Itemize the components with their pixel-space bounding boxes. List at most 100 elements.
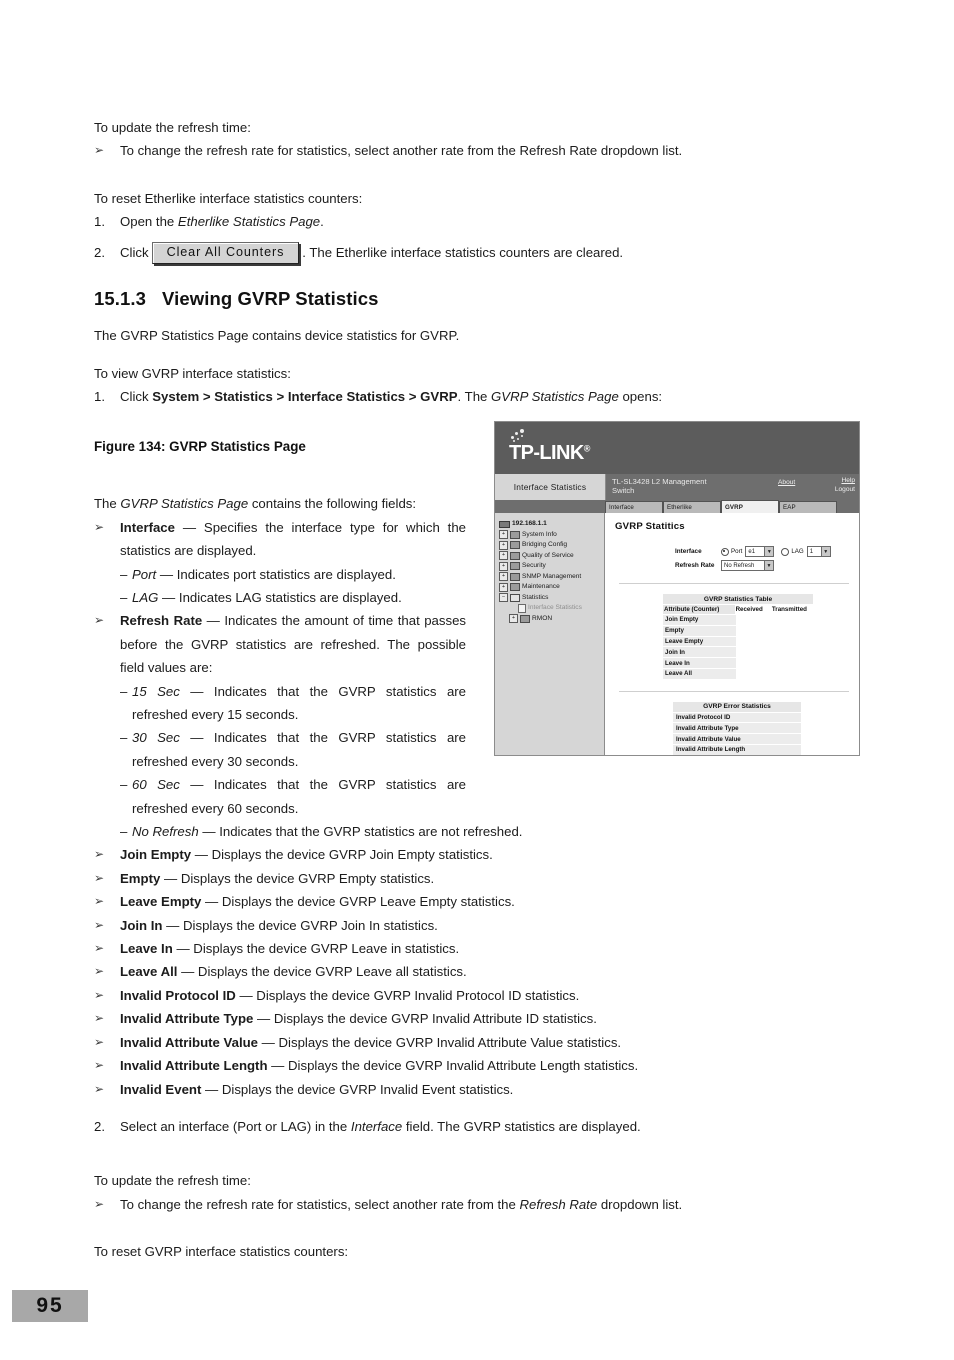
refresh-rate-select[interactable]: No Refresh ▼ [721, 560, 774, 571]
logout-link[interactable]: Logout [835, 486, 855, 493]
folder-icon [510, 530, 520, 539]
document-page: To update the refresh time: ➢ To change … [0, 0, 954, 1360]
tplink-logo-dots-icon [511, 429, 533, 443]
divider [619, 690, 849, 692]
fields-intro-pre: The [94, 496, 121, 512]
view-step-1-mid: . The [457, 388, 492, 404]
expand-plus-icon[interactable]: + [499, 530, 508, 540]
sub-desc: — Indicates port statistics are displaye… [156, 566, 396, 582]
view-step-1-text: Click System > Statistics > Interface St… [120, 385, 754, 408]
column-header-transmitted: Transmitted [771, 606, 807, 613]
cell-attribute: Leave In [663, 658, 737, 668]
folder-icon [510, 583, 520, 592]
expand-plus-icon[interactable]: + [499, 561, 508, 571]
tree-item-label: SNMP Management [522, 572, 582, 580]
field-invalid-protocol-id: ➢ Invalid Protocol ID — Displays the dev… [94, 984, 754, 1007]
cell-transmitted [772, 658, 813, 668]
tree-item-snmp-management[interactable]: + SNMP Management [499, 572, 604, 583]
expand-plus-icon[interactable]: + [499, 540, 508, 550]
sub-text: No Refresh — Indicates that the GVRP sta… [132, 820, 780, 843]
column-header-received: Received [735, 606, 763, 613]
expand-plus-icon[interactable]: + [499, 572, 508, 582]
sub-text: 15 Sec — Indicates that the GVRP statist… [132, 680, 466, 727]
sub-text: 30 Sec — Indicates that the GVRP statist… [132, 726, 466, 773]
cell-received [736, 647, 772, 657]
tree-item-statistics[interactable]: − Statistics [499, 593, 604, 604]
refresh-rate-ref: Refresh Rate [519, 1196, 598, 1212]
field-invalid-event: ➢ Invalid Event — Displays the device GV… [94, 1078, 754, 1101]
help-link[interactable]: Help [841, 477, 855, 484]
tab-eap[interactable]: EAP [779, 501, 837, 513]
reset-step-2: 2. Click Clear All Counters. The Etherlik… [94, 241, 754, 265]
error-row: Invalid Protocol ID [673, 712, 801, 723]
tree-item-maintenance[interactable]: + Maintenance [499, 582, 604, 593]
field-desc: — Displays the device GVRP Empty statist… [160, 870, 435, 886]
bullet-arrow-icon: ➢ [94, 847, 105, 862]
folder-icon [510, 551, 520, 560]
tree-item-quality-of-service[interactable]: + Quality of Service [499, 551, 604, 562]
cell-transmitted [772, 615, 813, 625]
table-row: Join In [663, 647, 813, 658]
field-refresh-rate-text: Refresh Rate — Indicates the amount of t… [120, 609, 466, 679]
error-row: Invalid Attribute Type [673, 723, 801, 734]
section-heading: 15.1.3 Viewing GVRP Statistics [94, 288, 754, 310]
expand-plus-icon[interactable]: + [499, 551, 508, 561]
tree-item-system-info[interactable]: + System Info [499, 530, 604, 541]
tree-item-bridging-config[interactable]: + Bridging Config [499, 540, 604, 551]
tree-item-interface-statistics[interactable]: Interface Statistics [499, 603, 604, 614]
panel-title: Interface Statistics [495, 474, 606, 500]
reset-gvrp-heading: To reset GVRP interface statistics count… [94, 1244, 349, 1260]
chevron-down-icon: ▼ [764, 561, 773, 570]
bullet-arrow-icon: ➢ [94, 613, 105, 628]
update-refresh-bullet: ➢ To change the refresh rate for statist… [94, 1193, 754, 1216]
cell-attribute: Empty [663, 625, 737, 636]
field-text: Invalid Attribute Type — Displays the de… [120, 1007, 754, 1030]
menu-path: System > Statistics > Interface Statisti… [152, 388, 458, 404]
bullet-arrow-icon: ➢ [94, 917, 105, 932]
field-text: Empty — Displays the device GVRP Empty s… [120, 867, 754, 890]
refresh-option-60sec: – 60 Sec — Indicates that the GVRP stati… [120, 773, 466, 820]
tree-item-label: Maintenance [522, 583, 560, 590]
field-term: Leave Empty [120, 894, 202, 910]
figure-banner: TP-LINK® [495, 422, 859, 474]
folder-icon [510, 572, 520, 581]
step-2-pre: Select an interface (Port or LAG) in the [120, 1118, 351, 1134]
expand-plus-icon[interactable]: + [499, 582, 508, 592]
port-select[interactable]: e1 ▼ [745, 546, 775, 557]
field-leave-all: ➢ Leave All — Displays the device GVRP L… [94, 960, 754, 983]
field-text: Join Empty — Displays the device GVRP Jo… [120, 843, 754, 866]
tree-item-rmon[interactable]: + RMON [499, 614, 604, 625]
interface-form-row: Interface Port e1 ▼ LAG 1 ▼ [615, 546, 853, 557]
cell-transmitted [772, 647, 813, 657]
error-row: Invalid Attribute Length [673, 745, 801, 755]
divider [619, 583, 849, 584]
field-term: Refresh Rate [120, 613, 203, 629]
about-link[interactable]: About [778, 478, 795, 487]
tab-etherlike[interactable]: Etherlike [663, 501, 721, 513]
tab-gvrp[interactable]: GVRP [721, 500, 779, 513]
tree-item-security[interactable]: + Security [499, 561, 604, 572]
field-leave-empty: ➢ Leave Empty — Displays the device GVRP… [94, 890, 754, 913]
folder-icon [510, 541, 520, 550]
tree-item-label: Statistics [522, 593, 549, 601]
field-interface: ➢ Interface — Specifies the interface ty… [94, 516, 466, 563]
lag-radio[interactable] [781, 547, 790, 556]
tree-item-device-ip[interactable]: 192.168.1.1 [499, 519, 604, 530]
sub-term: 15 Sec [132, 683, 180, 699]
simple-fields-list: ➢ Join Empty — Displays the device GVRP … [94, 843, 754, 1100]
tab-interface[interactable]: Interface [605, 501, 663, 513]
field-text: Join In — Displays the device GVRP Join … [120, 914, 754, 937]
field-join-empty: ➢ Join Empty — Displays the device GVRP … [94, 843, 754, 866]
gvrp-statistics-page-ref: GVRP Statistics Page [491, 388, 619, 404]
figure-gvrp-statistics-page: TP-LINK® Interface Statistics TL-SL3428 … [494, 421, 860, 756]
brand-logo: TP-LINK® [509, 442, 590, 465]
expand-plus-icon[interactable]: + [509, 614, 518, 624]
lag-select[interactable]: 1 ▼ [806, 546, 831, 557]
port-radio[interactable] [721, 547, 729, 556]
fields-list-column: The GVRP Statistics Page contains the fo… [94, 492, 466, 820]
view-step-1: 1. Click System > Statistics > Interface… [94, 385, 754, 408]
collapse-minus-icon[interactable]: − [499, 593, 508, 603]
field-desc: — Displays the device GVRP Invalid Event… [201, 1081, 514, 1097]
cell-received [736, 615, 772, 625]
sub-term: 60 Sec [132, 777, 180, 793]
